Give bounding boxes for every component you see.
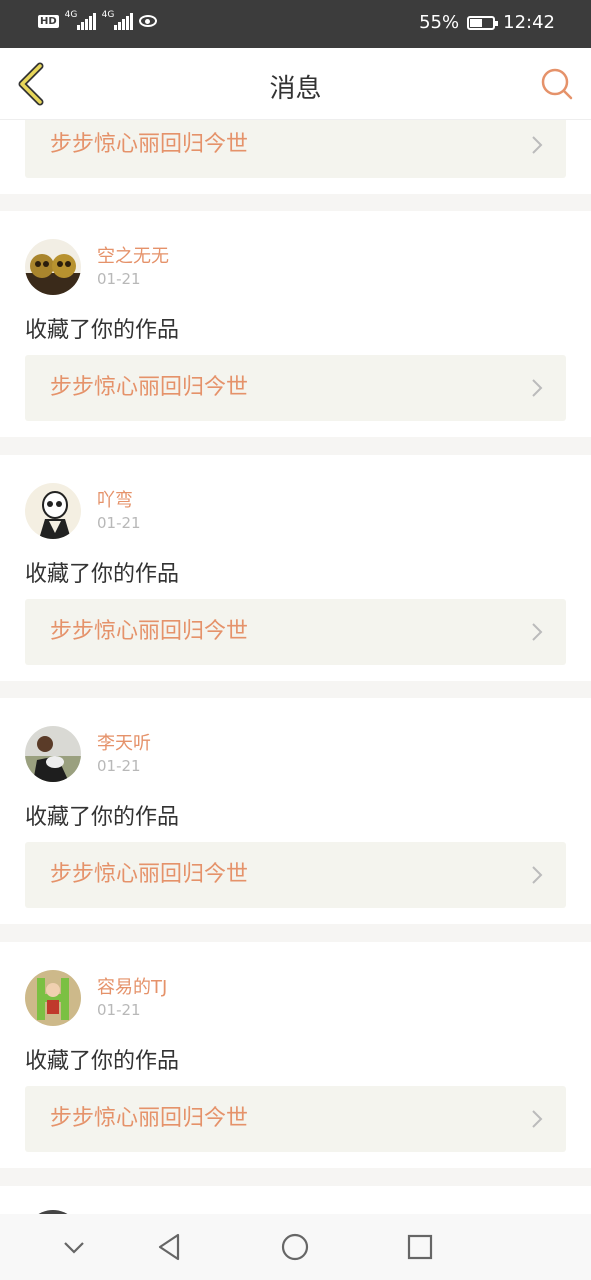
battery-percent: 55% bbox=[419, 12, 460, 33]
avatar[interactable] bbox=[25, 239, 81, 295]
home-circle-icon[interactable] bbox=[278, 1230, 312, 1264]
work-link[interactable]: 步步惊心丽回归今世 bbox=[25, 599, 566, 665]
work-title: 步步惊心丽回归今世 bbox=[50, 619, 249, 644]
user-name[interactable]: 李天听 bbox=[97, 729, 151, 755]
message-card: 空之无无 01-21 收藏了你的作品 步步惊心丽回归今世 bbox=[0, 211, 591, 437]
message-card: 容易的TJ 01-21 收藏了你的作品 步步惊心丽回归今世 bbox=[0, 942, 591, 1168]
chevron-right-icon bbox=[532, 136, 543, 154]
avatar[interactable] bbox=[25, 483, 81, 539]
work-link[interactable]: 步步惊心丽回归今世 bbox=[25, 120, 566, 178]
top-bar: 消息 bbox=[0, 48, 591, 120]
work-link[interactable]: 步步惊心丽回归今世 bbox=[25, 1086, 566, 1152]
user-name[interactable]: 容易的TJ bbox=[97, 973, 167, 999]
message-date: 01-21 bbox=[97, 1001, 141, 1019]
work-title: 步步惊心丽回归今世 bbox=[50, 1106, 249, 1131]
work-link[interactable]: 步步惊心丽回归今世 bbox=[25, 842, 566, 908]
eye-icon bbox=[138, 15, 157, 27]
avatar[interactable] bbox=[25, 970, 81, 1026]
cartoon-avatar-icon bbox=[25, 970, 81, 1026]
back-triangle-icon[interactable] bbox=[152, 1230, 186, 1264]
search-button[interactable] bbox=[539, 66, 575, 102]
user-name[interactable]: 空之无无 bbox=[97, 242, 169, 268]
chevron-right-icon bbox=[532, 1110, 543, 1128]
chevron-right-icon bbox=[532, 379, 543, 397]
status-right: 55% 12:42 bbox=[419, 12, 555, 33]
message-list[interactable]: 步步惊心丽回归今世 空之无无 01-21 收藏了你的作品 步步惊心丽回归今世 吖… bbox=[0, 120, 591, 1214]
work-title: 步步惊心丽回归今世 bbox=[50, 862, 249, 887]
battery-icon bbox=[467, 15, 499, 30]
action-text: 收藏了你的作品 bbox=[25, 805, 180, 830]
person-avatar-icon bbox=[25, 726, 81, 782]
chevron-down-icon[interactable] bbox=[57, 1230, 91, 1264]
message-card bbox=[0, 1186, 591, 1214]
work-link[interactable]: 步步惊心丽回归今世 bbox=[25, 355, 566, 421]
action-text: 收藏了你的作品 bbox=[25, 1049, 180, 1074]
work-title: 步步惊心丽回归今世 bbox=[50, 375, 249, 400]
hd-badge: HD bbox=[38, 14, 59, 28]
search-icon bbox=[541, 68, 573, 100]
signal-icon-2: 4G bbox=[101, 10, 133, 30]
skull-sketch-avatar-icon bbox=[25, 483, 81, 539]
action-text: 收藏了你的作品 bbox=[25, 562, 180, 587]
recents-square-icon[interactable] bbox=[403, 1230, 437, 1264]
message-date: 01-21 bbox=[97, 270, 141, 288]
message-date: 01-21 bbox=[97, 514, 141, 532]
status-bar: HD 4G 4G 55% 12:42 bbox=[0, 0, 591, 48]
chevron-right-icon bbox=[532, 623, 543, 641]
system-nav-bar bbox=[0, 1214, 591, 1280]
avatar[interactable] bbox=[25, 726, 81, 782]
message-card: 步步惊心丽回归今世 bbox=[0, 120, 591, 194]
status-left: HD 4G 4G bbox=[38, 10, 157, 30]
action-text: 收藏了你的作品 bbox=[25, 318, 180, 343]
chevron-right-icon bbox=[532, 866, 543, 884]
network-label-2: 4G bbox=[101, 10, 115, 20]
message-card: 李天听 01-21 收藏了你的作品 步步惊心丽回归今世 bbox=[0, 698, 591, 924]
page-title: 消息 bbox=[269, 74, 322, 104]
work-title: 步步惊心丽回归今世 bbox=[50, 132, 249, 157]
message-card: 吖弯 01-21 收藏了你的作品 步步惊心丽回归今世 bbox=[0, 455, 591, 681]
clock: 12:42 bbox=[503, 12, 555, 33]
network-label: 4G bbox=[64, 10, 78, 20]
battery-level bbox=[470, 18, 483, 27]
user-name[interactable]: 吖弯 bbox=[97, 486, 133, 512]
message-date: 01-21 bbox=[97, 757, 141, 775]
signal-icon: 4G bbox=[64, 10, 96, 30]
skull-avatar-icon bbox=[25, 239, 81, 295]
